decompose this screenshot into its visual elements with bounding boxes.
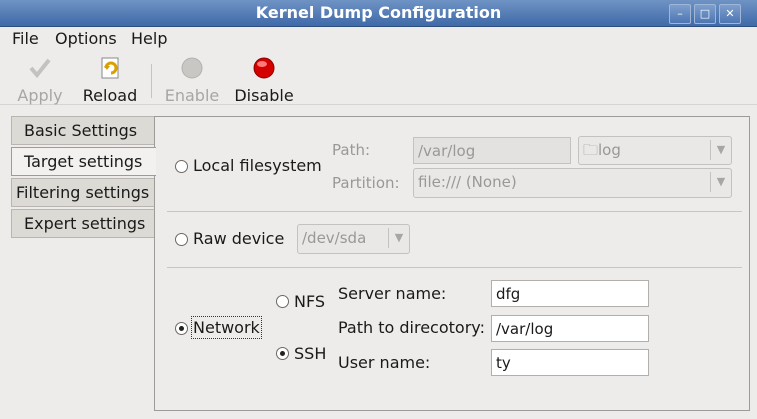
folder-chooser[interactable]: 🗀log ▼ <box>578 136 732 165</box>
raw-device-radio[interactable] <box>175 233 188 246</box>
maximize-icon[interactable]: □ <box>694 4 716 24</box>
disable-label: Disable <box>234 86 294 105</box>
tab-expert-settings[interactable]: Expert settings <box>11 209 154 238</box>
network-radio[interactable] <box>175 322 188 335</box>
tab-filtering-settings[interactable]: Filtering settings <box>11 178 154 207</box>
window-title: Kernel Dump Configuration <box>255 3 502 22</box>
raw-device-label: Raw device <box>193 229 285 248</box>
apply-label: Apply <box>17 86 63 105</box>
partition-select[interactable]: file:/// (None) ▼ <box>413 168 732 198</box>
tab-target-settings[interactable]: Target settings <box>11 147 156 176</box>
title-bar: Kernel Dump Configuration – □ ✕ <box>0 0 757 27</box>
menu-file[interactable]: File <box>12 29 39 48</box>
enable-button[interactable]: Enable <box>164 56 220 105</box>
user-name-label: User name: <box>338 353 431 372</box>
settings-tabs: Basic Settings Target settings Filtering… <box>11 116 156 240</box>
tab-basic-settings[interactable]: Basic Settings <box>11 116 154 145</box>
ssh-label: SSH <box>294 344 327 363</box>
raw-device-value: /dev/sda <box>302 229 367 247</box>
reload-label: Reload <box>82 86 138 105</box>
partition-value: file:/// (None) <box>418 173 517 191</box>
enable-label: Enable <box>164 86 220 105</box>
chevron-down-icon: ▼ <box>388 228 409 248</box>
local-filesystem-label: Local filesystem <box>193 156 322 175</box>
local-filesystem-radio[interactable] <box>175 160 188 173</box>
disable-icon <box>253 57 275 79</box>
folder-icon: 🗀 <box>583 141 599 159</box>
target-settings-panel: Local filesystem Path: /var/log 🗀log ▼ P… <box>154 116 750 411</box>
menu-options[interactable]: Options <box>55 29 117 48</box>
divider <box>167 211 742 212</box>
network-label: Network <box>191 316 262 339</box>
partition-label: Partition: <box>332 174 400 192</box>
toolbar-separator <box>151 64 152 98</box>
path-label: Path: <box>332 141 371 159</box>
menu-help[interactable]: Help <box>131 29 167 48</box>
checkmark-icon <box>29 58 51 79</box>
minimize-icon[interactable]: – <box>669 4 691 24</box>
enable-icon <box>181 57 203 79</box>
apply-button[interactable]: Apply <box>16 56 64 105</box>
raw-device-select[interactable]: /dev/sda ▼ <box>297 224 410 254</box>
local-path-field[interactable]: /var/log <box>413 137 571 164</box>
server-name-field[interactable]: dfg <box>491 280 649 307</box>
close-icon[interactable]: ✕ <box>719 4 741 24</box>
server-name-label: Server name: <box>338 284 447 303</box>
chevron-down-icon: ▼ <box>710 140 731 160</box>
reload-button[interactable]: Reload <box>82 56 138 105</box>
folder-value: log <box>598 141 621 159</box>
menu-bar: File Options Help <box>0 27 757 51</box>
disable-button[interactable]: Disable <box>233 56 295 105</box>
nfs-radio[interactable] <box>276 295 289 308</box>
ssh-radio[interactable] <box>276 347 289 360</box>
user-name-field[interactable]: ty <box>491 349 649 376</box>
toolbar: Apply Reload Enable Disable <box>0 52 757 105</box>
divider <box>167 267 742 268</box>
path-to-directory-label: Path to direcotory: <box>338 318 485 337</box>
path-to-directory-field[interactable]: /var/log <box>491 315 649 342</box>
nfs-label: NFS <box>294 292 326 311</box>
reload-icon <box>101 57 119 79</box>
chevron-down-icon: ▼ <box>710 172 731 192</box>
